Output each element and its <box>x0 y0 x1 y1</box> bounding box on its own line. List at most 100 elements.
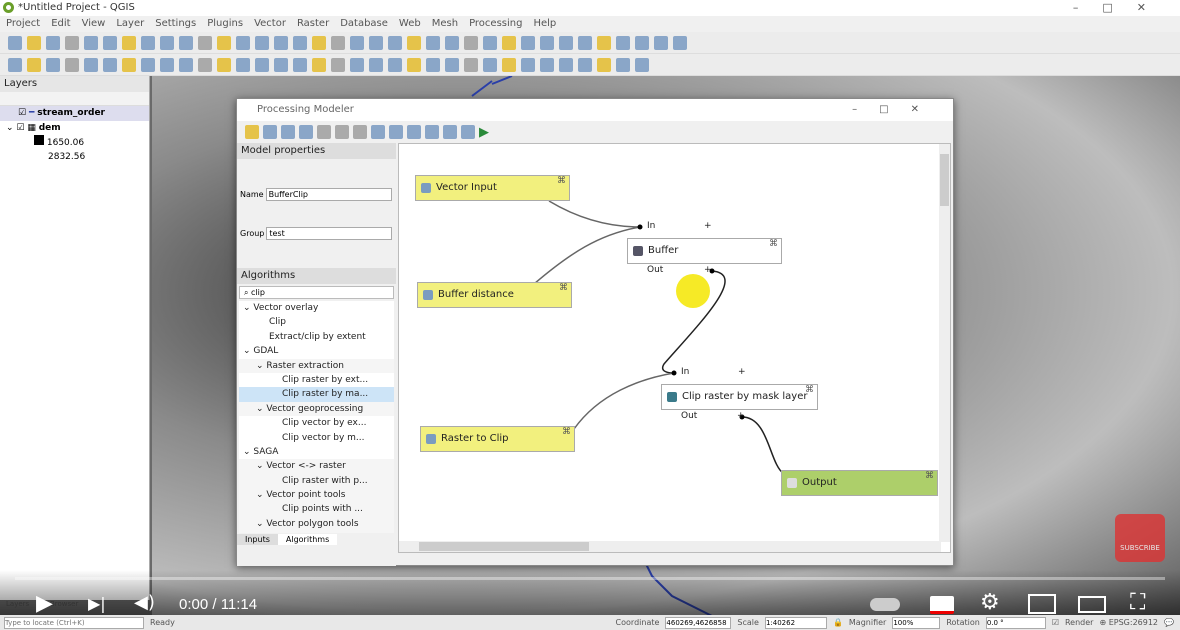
toolbar-button-icon[interactable] <box>369 36 383 50</box>
toolbar-button-icon[interactable] <box>464 58 478 72</box>
toolbar-button-icon[interactable] <box>445 58 459 72</box>
toolbar-button-icon[interactable] <box>46 36 60 50</box>
name-input[interactable] <box>266 188 392 201</box>
algorithm-tree-item[interactable]: ⌄ Vector overlay <box>239 301 394 315</box>
toolbar-button-icon[interactable] <box>502 36 516 50</box>
toolbar-button-icon[interactable] <box>255 36 269 50</box>
run-icon[interactable]: ▶ <box>479 125 489 140</box>
toolbar-button-icon[interactable] <box>217 36 231 50</box>
toolbar-button-icon[interactable] <box>293 36 307 50</box>
toolbar-button-icon[interactable] <box>46 58 60 72</box>
toolbar-button-icon[interactable] <box>369 58 383 72</box>
toolbar-button-icon[interactable] <box>27 36 41 50</box>
toolbar-button-icon[interactable] <box>274 58 288 72</box>
toolbar-button-icon[interactable] <box>198 58 212 72</box>
menu-plugins[interactable]: Plugins <box>207 16 243 32</box>
layer-item[interactable]: ⌄ ☑ ▦ dem <box>0 121 149 136</box>
miniplayer-icon[interactable] <box>1028 594 1056 614</box>
node-output[interactable]: Output⌘ <box>781 470 938 496</box>
toolbar-button-icon[interactable] <box>27 58 41 72</box>
toolbar-button-icon[interactable] <box>84 58 98 72</box>
toolbar-button-icon[interactable] <box>388 58 402 72</box>
toolbar-button-icon[interactable] <box>597 36 611 50</box>
menu-processing[interactable]: Processing <box>469 16 522 32</box>
group-input[interactable] <box>266 227 392 240</box>
volume-icon[interactable]: ◀) <box>134 592 155 613</box>
video-progress-bar[interactable] <box>15 577 1165 580</box>
node-raster-to-clip[interactable]: Raster to Clip⌘ <box>420 426 575 452</box>
menu-mesh[interactable]: Mesh <box>432 16 458 32</box>
menu-database[interactable]: Database <box>340 16 388 32</box>
menu-project[interactable]: Project <box>6 16 40 32</box>
zoom-actual-icon[interactable] <box>353 125 367 139</box>
toolbar-button-icon[interactable] <box>502 58 516 72</box>
port-add[interactable]: + <box>737 411 745 421</box>
toolbar-button-icon[interactable] <box>255 58 269 72</box>
toolbar-button-icon[interactable] <box>141 58 155 72</box>
coordinate-input[interactable] <box>665 617 731 629</box>
toolbar-button-icon[interactable] <box>616 58 630 72</box>
algorithm-tree-item[interactable]: ⌄ GDAL <box>239 344 394 358</box>
algorithm-tree-item[interactable]: ⌄ Vector geoprocessing <box>239 402 394 416</box>
toolbar-button-icon[interactable] <box>331 58 345 72</box>
save-as-icon[interactable] <box>281 125 295 139</box>
port-add[interactable]: + <box>704 221 712 231</box>
algorithm-tree-item[interactable]: Clip vector by m... <box>239 431 394 445</box>
window-controls[interactable]: –□✕ <box>1073 1 1170 14</box>
toolbar-button-icon[interactable] <box>122 36 136 50</box>
toolbar-button-icon[interactable] <box>483 36 497 50</box>
toolbar-button-icon[interactable] <box>103 36 117 50</box>
toolbar-button-icon[interactable] <box>141 36 155 50</box>
toolbar-button-icon[interactable] <box>160 36 174 50</box>
zoom-out-icon[interactable] <box>335 125 349 139</box>
toolbar-button-icon[interactable] <box>597 58 611 72</box>
algorithm-tree-item[interactable]: ⌄ Vector polygon tools <box>239 517 394 531</box>
menu-vector[interactable]: Vector <box>254 16 286 32</box>
algorithm-tree-item[interactable]: Extract/clip by extent <box>239 330 394 344</box>
layer-item[interactable]: ☑ ━ stream_order <box>0 106 149 121</box>
algorithm-tree-item[interactable]: Clip raster with p... <box>239 474 394 488</box>
toolbar-button-icon[interactable] <box>673 36 687 50</box>
magnifier-input[interactable] <box>892 617 940 629</box>
toolbar-button-icon[interactable] <box>350 36 364 50</box>
algorithm-tree-item[interactable]: ⌄ Vector point tools <box>239 488 394 502</box>
rotation-input[interactable] <box>986 617 1046 629</box>
algorithm-tree-item[interactable]: Clip points with ... <box>239 502 394 516</box>
toolbar-button-icon[interactable] <box>635 36 649 50</box>
toolbar-button-icon[interactable] <box>236 58 250 72</box>
zoom-in-icon[interactable] <box>317 125 331 139</box>
export-image-icon[interactable] <box>389 125 403 139</box>
toolbar-button-icon[interactable] <box>483 58 497 72</box>
toolbar-button-icon[interactable] <box>84 36 98 50</box>
export-pdf-icon[interactable] <box>407 125 421 139</box>
lock-icon[interactable]: 🔒 <box>833 618 843 627</box>
toolbar-button-icon[interactable] <box>521 36 535 50</box>
layers-tab[interactable]: Layers <box>6 600 29 608</box>
tab-inputs[interactable]: Inputs <box>237 534 278 545</box>
theater-mode-icon[interactable] <box>1078 596 1106 613</box>
algorithm-tree-item[interactable]: ⌄ SAGA <box>239 445 394 459</box>
toolbar-button-icon[interactable] <box>635 58 649 72</box>
toolbar-button-icon[interactable] <box>559 58 573 72</box>
help-icon[interactable] <box>461 125 475 139</box>
toolbar-button-icon[interactable] <box>198 36 212 50</box>
browser-tab[interactable]: Browser <box>50 600 78 608</box>
port-add[interactable]: + <box>738 367 746 377</box>
save-project-icon[interactable] <box>299 125 313 139</box>
menu-web[interactable]: Web <box>399 16 421 32</box>
toolbar-button-icon[interactable] <box>578 36 592 50</box>
toolbar-button-icon[interactable] <box>8 58 22 72</box>
menu-help[interactable]: Help <box>533 16 556 32</box>
autoplay-toggle[interactable] <box>870 598 900 611</box>
toolbar-button-icon[interactable] <box>540 58 554 72</box>
node-buffer-distance[interactable]: Buffer distance⌘ <box>417 282 572 308</box>
toolbar-button-icon[interactable] <box>160 58 174 72</box>
algorithm-tree-item[interactable]: Clip <box>239 315 394 329</box>
toolbar-button-icon[interactable] <box>103 58 117 72</box>
canvas-vertical-scrollbar[interactable] <box>939 144 950 542</box>
toolbar-button-icon[interactable] <box>426 36 440 50</box>
toolbar-button-icon[interactable] <box>407 36 421 50</box>
algorithm-tree-item[interactable]: ⌄ Raster extraction <box>239 359 394 373</box>
save-icon[interactable] <box>263 125 277 139</box>
toolbar-button-icon[interactable] <box>654 36 668 50</box>
